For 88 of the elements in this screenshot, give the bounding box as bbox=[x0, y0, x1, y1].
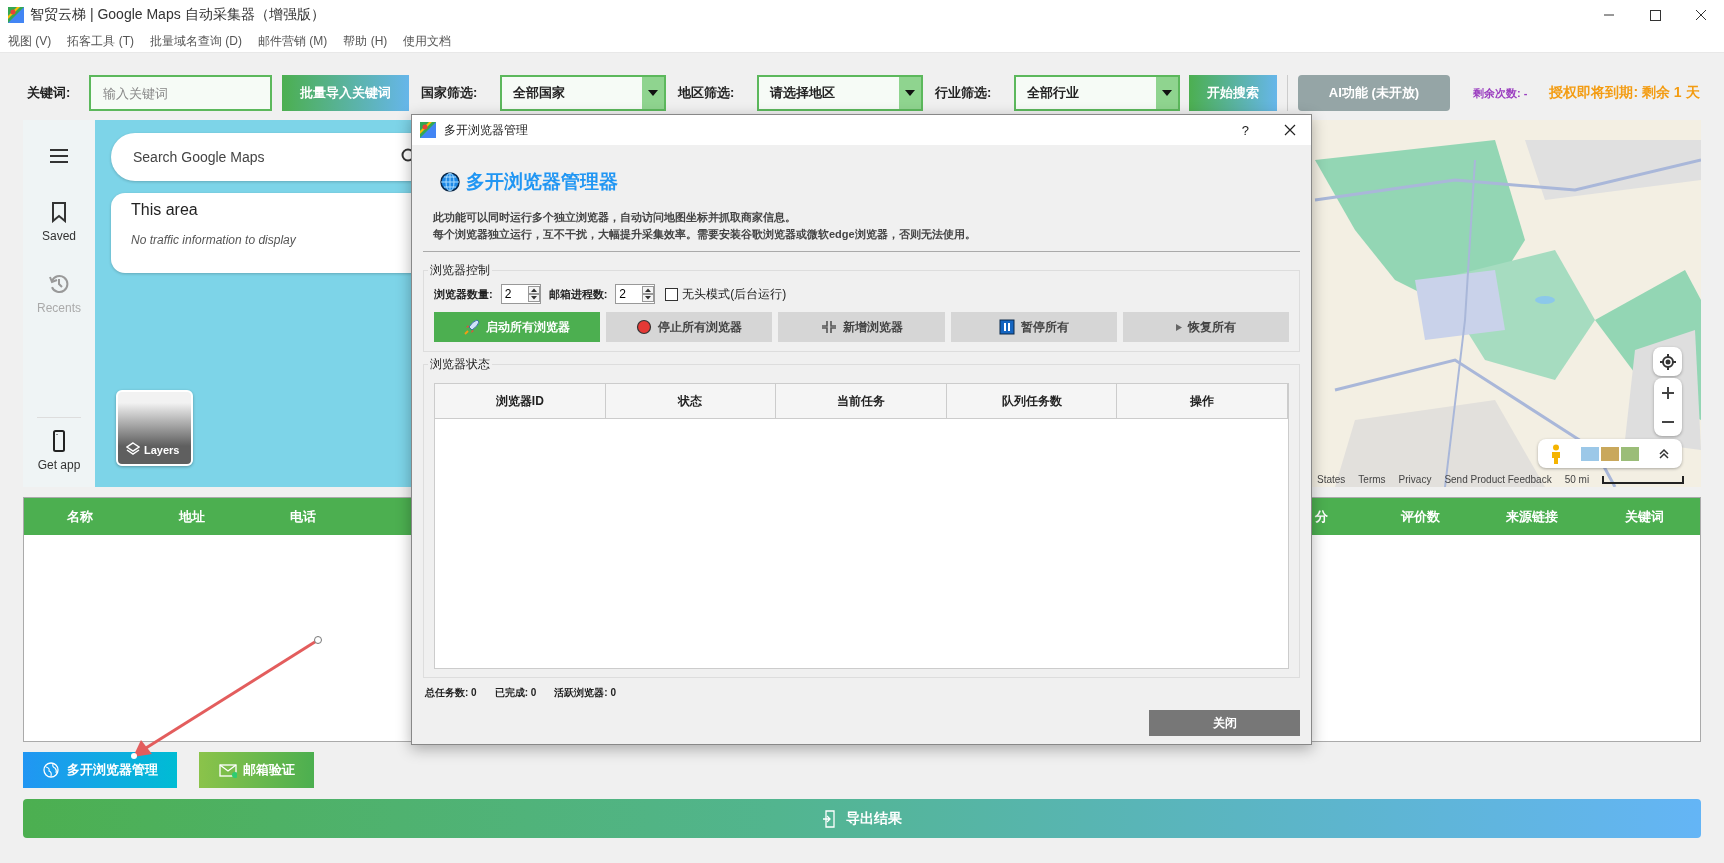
caret-icon bbox=[648, 90, 658, 96]
attribution-link[interactable]: Terms bbox=[1358, 474, 1386, 485]
license-warning: 授权即将到期: 剩余 1 天 bbox=[1549, 84, 1700, 102]
plus-icon bbox=[1662, 386, 1674, 399]
up-arrow-icon[interactable] bbox=[527, 286, 540, 294]
history-icon[interactable] bbox=[48, 273, 70, 295]
map-thumbnail[interactable] bbox=[1601, 446, 1619, 461]
keyword-field[interactable]: 输入关键词 bbox=[89, 75, 272, 111]
app-icon bbox=[8, 7, 24, 23]
filter-label: 国家筛选: bbox=[421, 84, 479, 102]
filter-label: 行业筛选: bbox=[935, 84, 993, 102]
checkbox[interactable] bbox=[665, 287, 679, 301]
app-icon bbox=[420, 122, 436, 138]
keyword-label: 关键词: bbox=[27, 84, 72, 102]
cross-icon bbox=[820, 319, 837, 335]
remaining-count: 剩余次数: - bbox=[1473, 85, 1528, 101]
menu-item[interactable]: 视图 (V) bbox=[8, 32, 52, 50]
stat-text: 总任务数: 0 bbox=[425, 686, 477, 700]
menu-item[interactable]: 邮件营销 (M) bbox=[258, 32, 328, 50]
scale-bar-icon bbox=[1602, 475, 1685, 484]
locate-icon bbox=[1658, 352, 1677, 371]
column-header: 地址 bbox=[177, 507, 206, 526]
locate-button[interactable] bbox=[1653, 347, 1682, 376]
group-title: 浏览器控制 bbox=[429, 262, 491, 279]
map-thumbnail[interactable] bbox=[1581, 446, 1599, 461]
map-thumbnail[interactable] bbox=[1621, 446, 1639, 461]
dialog-heading: 多开浏览器管理器 bbox=[466, 170, 618, 194]
menu-item[interactable]: 使用文档 bbox=[403, 32, 452, 50]
menu-item[interactable]: 批量域名查询 (D) bbox=[150, 32, 242, 50]
control-button[interactable]: 恢复所有 bbox=[1122, 312, 1289, 342]
column-header: 分 bbox=[1314, 507, 1330, 526]
filter-dropdown[interactable]: 全部行业 bbox=[1014, 75, 1180, 111]
attribution-link[interactable]: Send Product Feedback bbox=[1444, 474, 1552, 485]
export-icon bbox=[822, 809, 838, 828]
rocket-icon bbox=[464, 319, 481, 335]
menu-item[interactable]: 帮助 (H) bbox=[343, 32, 388, 50]
column-header: 来源链接 bbox=[1505, 507, 1560, 526]
description-text: 此功能可以同时运行多个独立浏览器，自动访问地图坐标并抓取商家信息。 bbox=[433, 210, 797, 225]
envelope-icon bbox=[218, 762, 237, 778]
caret-icon bbox=[1162, 90, 1172, 96]
column-header: 评价数 bbox=[1400, 507, 1442, 526]
column-header: 当前任务 bbox=[776, 384, 947, 418]
area-title: This area bbox=[131, 201, 199, 219]
menu-item[interactable]: 拓客工具 (T) bbox=[67, 32, 134, 50]
column-header: 电话 bbox=[289, 507, 318, 526]
description-text: 每个浏览器独立运行，互不干扰，大幅提升采集效率。需要安装谷歌浏览器或微软edge浏览器，否则无法使用。 bbox=[433, 227, 977, 242]
window-title: 智贸云梯 | Google Maps 自动采集器（增强版） bbox=[30, 6, 325, 24]
column-header: 关键词 bbox=[1623, 507, 1665, 526]
spinner-label: 邮箱进程数: bbox=[548, 286, 608, 302]
traffic-message: No traffic information to display bbox=[131, 233, 297, 247]
spinner-label: 浏览器数量: bbox=[434, 286, 493, 302]
filter-label: 地区筛选: bbox=[678, 84, 736, 102]
stop-circle-icon bbox=[636, 319, 653, 335]
stat-text: 活跃浏览器: 0 bbox=[554, 686, 616, 700]
nav-label[interactable]: Get app bbox=[37, 458, 81, 472]
control-button[interactable]: 停止所有浏览器 bbox=[606, 312, 773, 342]
number-spinner[interactable]: 2 bbox=[615, 284, 656, 304]
attribution-link[interactable]: States bbox=[1317, 474, 1346, 485]
close-icon[interactable] bbox=[1283, 123, 1297, 137]
column-header: 队列任务数 bbox=[946, 384, 1118, 418]
down-arrow-icon[interactable] bbox=[642, 294, 655, 302]
layers-icon bbox=[126, 442, 140, 456]
column-header: 浏览器ID bbox=[435, 384, 606, 418]
play-icon bbox=[1175, 323, 1182, 331]
scale-label: 50 mi bbox=[1564, 474, 1590, 485]
help-button[interactable]: ? bbox=[1241, 122, 1249, 138]
layers-button[interactable]: Layers bbox=[116, 390, 193, 466]
column-header: 状态 bbox=[605, 384, 777, 418]
column-header: 操作 bbox=[1117, 384, 1288, 418]
column-header: 名称 bbox=[65, 507, 94, 526]
checkbox-label[interactable]: 无头模式(后台运行) bbox=[682, 285, 787, 303]
caret-icon bbox=[905, 90, 915, 96]
stat-text: 已完成: 0 bbox=[494, 686, 537, 700]
number-spinner[interactable]: 2 bbox=[500, 284, 541, 304]
up-arrow-icon[interactable] bbox=[642, 286, 655, 294]
chevron-up-icon[interactable] bbox=[1658, 447, 1670, 460]
attribution-link[interactable]: Privacy bbox=[1398, 474, 1432, 485]
control-button[interactable]: 暂停所有 bbox=[950, 312, 1117, 342]
close-button[interactable]: 关闭 bbox=[1149, 710, 1300, 736]
filter-dropdown[interactable]: 全部国家 bbox=[500, 75, 666, 111]
nav-label[interactable]: Saved bbox=[42, 229, 76, 243]
globe-icon bbox=[42, 762, 61, 778]
group-title: 浏览器状态 bbox=[429, 356, 491, 373]
down-arrow-icon[interactable] bbox=[527, 294, 540, 302]
control-button[interactable]: 新增浏览器 bbox=[778, 312, 945, 342]
globe-icon bbox=[440, 172, 460, 192]
pause-icon bbox=[998, 319, 1015, 335]
filter-dropdown[interactable]: 请选择地区 bbox=[757, 75, 923, 111]
